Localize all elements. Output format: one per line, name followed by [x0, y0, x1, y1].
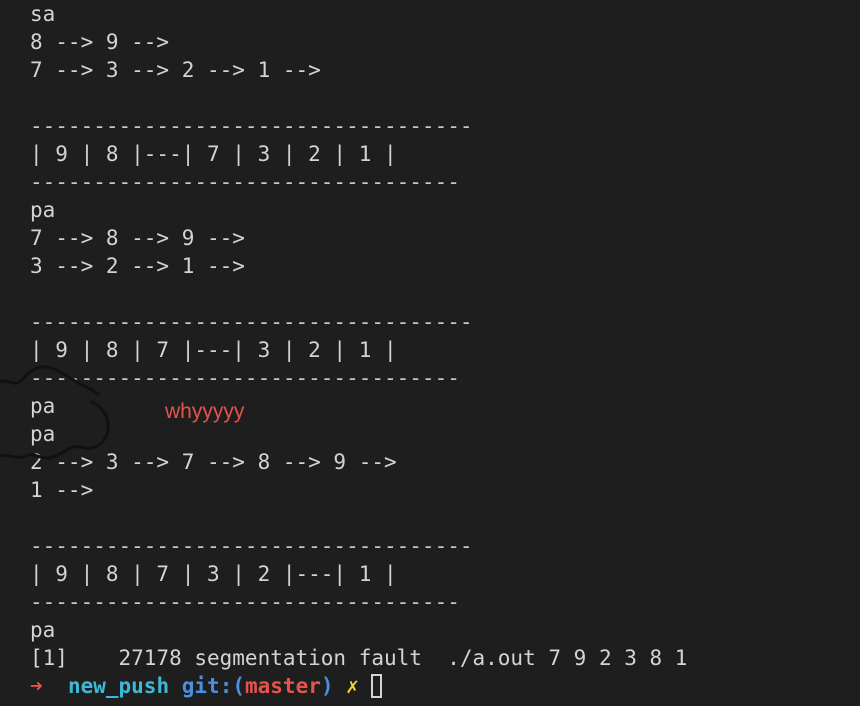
terminal-line: ----------------------------------: [30, 170, 460, 194]
terminal-line: ----------------------------------: [30, 366, 460, 390]
terminal-line: 8 --> 9 -->: [30, 30, 170, 54]
terminal-line: pa: [30, 422, 56, 446]
prompt-paren-open: (: [232, 674, 245, 698]
terminal-line: 3 --> 2 --> 1 -->: [30, 254, 245, 278]
terminal-line: pa: [30, 618, 56, 642]
terminal-line: ----------------------------------: [30, 590, 460, 614]
terminal-line: 2 --> 3 --> 7 --> 8 --> 9 -->: [30, 450, 397, 474]
terminal-output[interactable]: sa 8 --> 9 --> 7 --> 3 --> 2 --> 1 --> -…: [30, 0, 850, 700]
terminal-line: 7 --> 3 --> 2 --> 1 -->: [30, 58, 321, 82]
terminal-line: | 9 | 8 | 7 | 3 | 2 |---| 1 |: [30, 562, 397, 586]
annotation-text: whyyyyy: [165, 400, 245, 423]
terminal-line: -----------------------------------: [30, 114, 473, 138]
terminal-line: -----------------------------------: [30, 534, 473, 558]
terminal-line: pa: [30, 394, 56, 418]
terminal-line: | 9 | 8 | 7 |---| 3 | 2 | 1 |: [30, 338, 397, 362]
terminal-line: 1 -->: [30, 478, 94, 502]
text-cursor[interactable]: [371, 674, 383, 698]
prompt-branch: master: [245, 674, 321, 698]
prompt-dirty-icon: ✗: [346, 674, 359, 698]
shell-prompt[interactable]: ➜ new_push git:(master) ✗: [30, 672, 850, 700]
prompt-git-label: git:: [181, 674, 233, 698]
segfault-message: [1] 27178 segmentation fault ./a.out 7 9…: [30, 646, 688, 670]
terminal-line: -----------------------------------: [30, 310, 473, 334]
terminal-line: | 9 | 8 |---| 7 | 3 | 2 | 1 |: [30, 142, 397, 166]
prompt-directory: new_push: [67, 674, 170, 698]
prompt-paren-close: ): [320, 674, 334, 698]
terminal-line: 7 --> 8 --> 9 -->: [30, 226, 245, 250]
terminal-line: pa: [30, 198, 56, 222]
prompt-arrow-icon: ➜: [30, 674, 43, 698]
scribble-annotation: [0, 365, 110, 460]
terminal-line: sa: [30, 2, 56, 26]
